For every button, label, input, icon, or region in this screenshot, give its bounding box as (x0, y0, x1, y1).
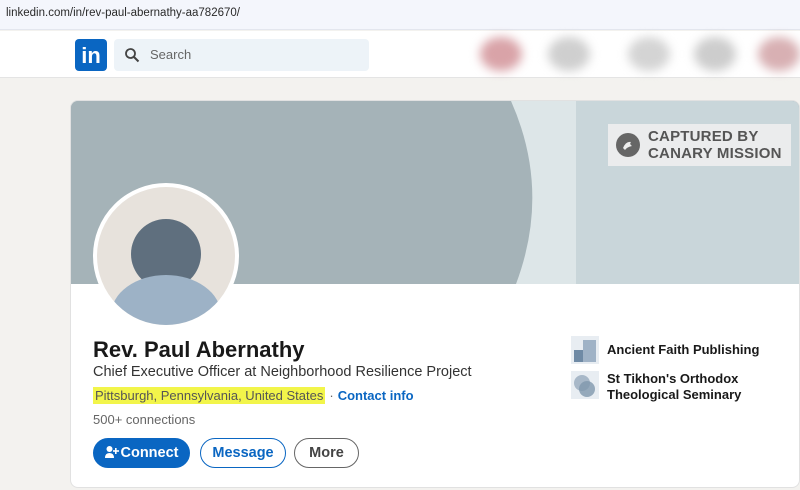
nav-network-icon[interactable] (548, 37, 590, 71)
organization-name: St Tikhon's Orthodox Theological Seminar… (607, 371, 741, 403)
organization-name-line-2: Theological Seminary (607, 387, 742, 402)
seminary-logo-icon (571, 371, 599, 399)
url-text[interactable]: linkedin.com/in/rev-paul-abernathy-aa782… (6, 7, 240, 19)
connect-button[interactable]: Connect (93, 438, 190, 468)
avatar-body (111, 275, 221, 325)
connect-label: Connect (120, 445, 179, 461)
bird-seal-icon (616, 133, 640, 157)
profile-headline: Chief Executive Officer at Neighborhood … (93, 364, 472, 380)
message-button[interactable]: Message (200, 438, 286, 468)
separator: · (329, 388, 334, 403)
profile-card: CAPTURED BY CANARY MISSION Rev. Paul Abe… (70, 100, 800, 488)
nav-home-icon[interactable] (480, 37, 522, 71)
watermark: CAPTURED BY CANARY MISSION (608, 124, 791, 166)
watermark-line-1: CAPTURED BY (648, 128, 759, 145)
more-button[interactable]: More (294, 438, 359, 468)
watermark-line-2: CANARY MISSION (648, 145, 782, 162)
organization-st-tikhons[interactable]: St Tikhon's Orthodox Theological Seminar… (571, 371, 791, 405)
add-person-icon (104, 446, 119, 458)
search-input[interactable]: Search (114, 39, 369, 71)
nav-jobs-icon[interactable] (628, 37, 670, 71)
organization-name-line-1: St Tikhon's Orthodox (607, 371, 739, 386)
profile-location: Pittsburgh, Pennsylvania, United States (93, 387, 326, 404)
avatar[interactable] (93, 183, 239, 329)
profile-name: Rev. Paul Abernathy (93, 337, 305, 362)
nav-messaging-icon[interactable] (694, 37, 736, 71)
organization-ancient-faith[interactable]: Ancient Faith Publishing (571, 336, 791, 366)
top-navigation: in Search (0, 31, 800, 78)
search-icon (125, 48, 140, 63)
browser-address-bar[interactable]: linkedin.com/in/rev-paul-abernathy-aa782… (0, 0, 800, 30)
publisher-logo-icon (571, 336, 599, 364)
organization-name: Ancient Faith Publishing (607, 342, 760, 357)
search-placeholder: Search (150, 47, 192, 62)
connections-count[interactable]: 500+ connections (93, 412, 195, 427)
location-line: Pittsburgh, Pennsylvania, United States ·… (93, 387, 414, 404)
contact-info-link[interactable]: Contact info (338, 388, 414, 403)
linkedin-logo-icon[interactable]: in (75, 39, 107, 71)
nav-notifications-icon[interactable] (758, 37, 800, 71)
